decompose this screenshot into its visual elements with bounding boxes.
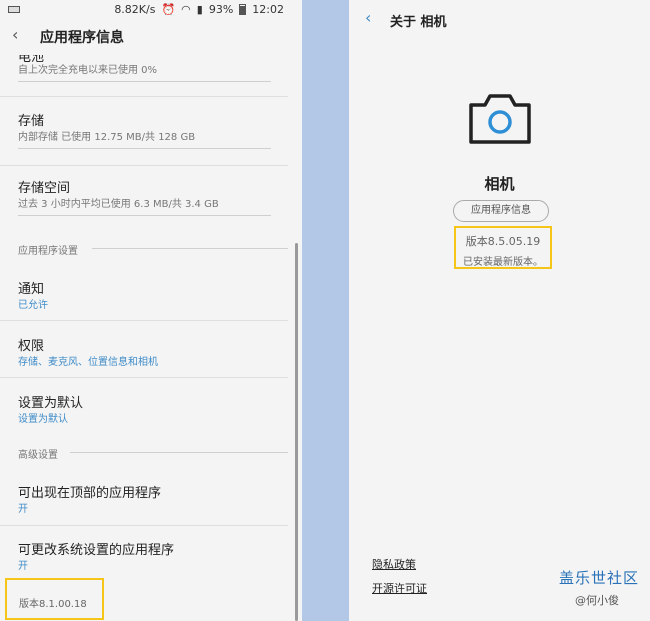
divider xyxy=(18,81,271,82)
divider xyxy=(92,248,288,249)
about-header: ‹ 关于 相机 xyxy=(349,8,650,32)
storage-title: 存储 xyxy=(18,114,45,129)
alarm-icon: ⏰ xyxy=(161,3,176,16)
divider xyxy=(18,148,271,149)
divider xyxy=(0,377,288,378)
app-info-button[interactable]: 应用程序信息 xyxy=(453,200,549,222)
section-advanced: 高级设置 xyxy=(18,450,58,461)
divider xyxy=(70,452,288,453)
set-default-subtitle: 设置为默认 xyxy=(18,414,68,425)
watermark-brand: 盖乐世社区 xyxy=(559,569,640,587)
battery-subtitle: 自上次完全充电以来已使用 0% xyxy=(18,65,158,76)
set-default-title: 设置为默认 xyxy=(18,396,84,411)
modify-system-subtitle: 开 xyxy=(18,561,28,572)
status-bar: 8.82K/s ⏰ ◠ ▮ 93% 12:02 xyxy=(0,0,302,20)
notification-row[interactable]: 通知 已允许 xyxy=(0,268,288,321)
permissions-title: 权限 xyxy=(18,339,45,354)
divider xyxy=(0,320,288,321)
storage-row[interactable]: 存储 内部存储 已使用 12.75 MB/共 128 GB xyxy=(0,98,288,168)
notification-icon xyxy=(8,6,20,13)
header-mask xyxy=(0,44,288,50)
scrollbar[interactable] xyxy=(295,243,298,621)
latest-version-text: 已安装最新版本。 xyxy=(463,257,543,268)
draw-on-top-row[interactable]: 可出现在顶部的应用程序 开 xyxy=(0,470,288,526)
storage-subtitle: 内部存储 已使用 12.75 MB/共 128 GB xyxy=(18,132,196,143)
draw-on-top-subtitle: 开 xyxy=(18,504,28,515)
camera-icon xyxy=(469,94,531,144)
set-default-row[interactable]: 设置为默认 设置为默认 xyxy=(0,380,288,436)
modify-system-title: 可更改系统设置的应用程序 xyxy=(18,543,175,558)
version-text: 版本8.5.05.19 xyxy=(465,235,541,248)
battery-icon xyxy=(239,4,247,15)
memory-subtitle: 过去 3 小时内平均已使用 6.3 MB/共 3.4 GB xyxy=(18,199,219,210)
back-button[interactable]: ‹ xyxy=(365,8,371,27)
watermark-author: @何小俊 xyxy=(575,594,619,607)
back-button[interactable]: ‹ xyxy=(12,25,18,44)
divider xyxy=(0,525,288,526)
permissions-subtitle: 存储、麦克风、位置信息和相机 xyxy=(18,357,158,368)
version-highlight: 版本8.1.00.18 xyxy=(5,578,104,620)
divider xyxy=(18,215,271,216)
privacy-policy-link[interactable]: 隐私政策 xyxy=(372,556,416,572)
section-app-settings: 应用程序设置 xyxy=(18,246,78,257)
network-speed: 8.82K/s xyxy=(114,3,156,16)
right-screen: ‹ 关于 相机 相机 应用程序信息 版本8.5.05.19 已安装最新版本。 隐… xyxy=(349,0,650,621)
permissions-row[interactable]: 权限 存储、麦克风、位置信息和相机 xyxy=(0,323,288,379)
memory-title: 存储空间 xyxy=(18,181,71,196)
divider xyxy=(0,96,288,97)
version-text: 版本8.1.00.18 xyxy=(19,599,87,610)
notification-title: 通知 xyxy=(18,282,45,297)
status-time: 12:02 xyxy=(252,3,284,16)
notification-subtitle: 已允许 xyxy=(18,300,48,311)
app-name: 相机 xyxy=(484,175,515,193)
separator xyxy=(302,0,349,621)
version-highlight: 版本8.5.05.19 已安装最新版本。 xyxy=(454,226,552,269)
signal-icon: ▮ xyxy=(196,3,203,16)
open-source-license-link[interactable]: 开源许可证 xyxy=(372,580,427,596)
draw-on-top-title: 可出现在顶部的应用程序 xyxy=(18,486,162,501)
modify-system-row[interactable]: 可更改系统设置的应用程序 开 xyxy=(0,527,288,582)
battery-row[interactable]: 电池 自上次完全充电以来已使用 0% xyxy=(0,44,288,97)
battery-percent: 93% xyxy=(208,3,234,16)
page-title: 关于 相机 xyxy=(390,15,447,30)
left-screen: 8.82K/s ⏰ ◠ ▮ 93% 12:02 ‹ 应用程序信息 电池 自上次完… xyxy=(0,0,302,621)
wifi-icon: ◠ xyxy=(181,3,191,16)
memory-row[interactable]: 存储空间 过去 3 小时内平均已使用 6.3 MB/共 3.4 GB xyxy=(0,165,288,235)
